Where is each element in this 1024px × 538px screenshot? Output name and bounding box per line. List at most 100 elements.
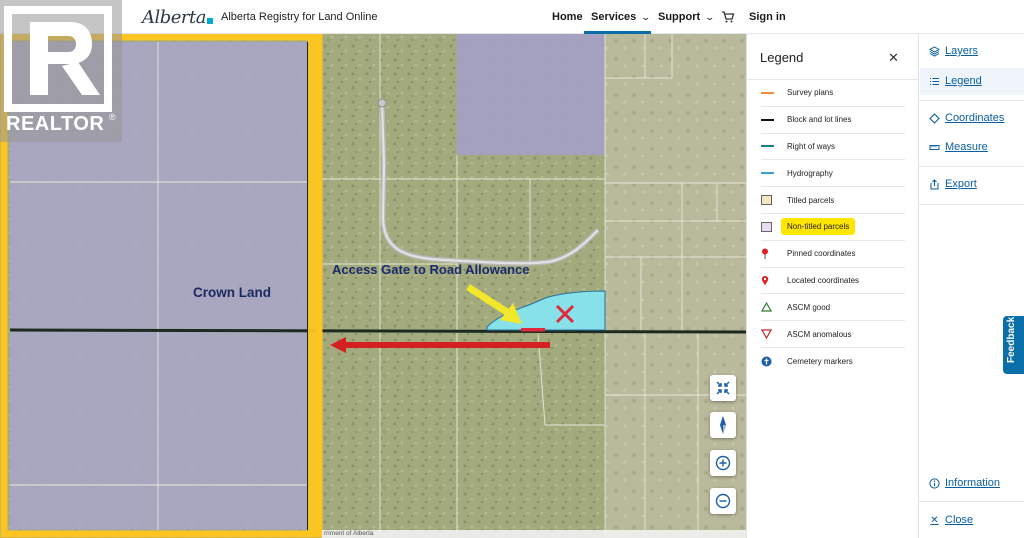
- legend-item: Right of ways: [761, 134, 905, 161]
- brand[interactable]: Alberta Alberta Registry for Land Online: [142, 5, 378, 29]
- zoom-out-button[interactable]: [710, 488, 736, 514]
- realtor-logo-icon: [4, 6, 112, 112]
- sign-in-link[interactable]: Sign in: [749, 0, 786, 34]
- legend-list: Survey plans Block and lot lines Right o…: [761, 80, 905, 375]
- legend-item-label: ASCM good: [787, 302, 831, 312]
- collapse-arrows-button[interactable]: [710, 375, 736, 401]
- legend-item: Non-titled parcels: [761, 214, 905, 241]
- zoom-in-button[interactable]: [710, 450, 736, 476]
- chevron-down-icon: ⌄: [640, 11, 652, 22]
- hydrography-line-icon: [761, 172, 774, 175]
- realtor-watermark: REALTOR ®: [0, 0, 122, 142]
- tool-divider: [919, 204, 1024, 205]
- legend-item-label: Pinned coordinates: [787, 249, 856, 259]
- site-title: Alberta Registry for Land Online: [221, 11, 378, 23]
- access-gate-label: Access Gate to Road Allowance: [332, 262, 530, 277]
- export-icon: [929, 178, 940, 190]
- layers-button[interactable]: Layers: [929, 45, 978, 57]
- non-titled-parcel[interactable]: [457, 34, 605, 155]
- legend-item: ASCM good: [761, 294, 905, 322]
- top-header: Alberta Alberta Registry for Land Online…: [0, 0, 1024, 34]
- legend-item: Titled parcels: [761, 187, 905, 214]
- nav-home-label: Home: [552, 11, 583, 23]
- legend-item-label: Block and lot lines: [787, 115, 852, 125]
- road-end-marker: [377, 98, 387, 108]
- legend-button[interactable]: Legend: [929, 75, 982, 87]
- layers-icon: [929, 45, 940, 57]
- legend-item-label: Survey plans: [787, 88, 834, 98]
- diamond-icon: [929, 112, 940, 124]
- feedback-label: Feedback: [1006, 316, 1017, 363]
- zoom-out-icon: [715, 493, 731, 509]
- compass-icon: [720, 416, 726, 434]
- layers-label: Layers: [945, 45, 979, 57]
- legend-item-label: ASCM anomalous: [787, 329, 852, 339]
- ruler-icon: [929, 142, 940, 153]
- close-panel-button[interactable]: ✕ Close: [929, 514, 973, 526]
- nav-home[interactable]: Home: [552, 0, 583, 34]
- export-label: Export: [945, 178, 977, 190]
- measure-label: Measure: [945, 141, 988, 153]
- map-attribution: rnment of Alberta: [324, 530, 374, 537]
- gate-marker: [521, 328, 545, 332]
- nav-services-label: Services: [591, 11, 637, 23]
- legend-item: Cemetery markers: [761, 348, 905, 375]
- road-allowance-line: [9, 328, 746, 334]
- tool-divider: [919, 100, 1024, 101]
- legend-item: Survey plans: [761, 80, 905, 107]
- legend-close-button[interactable]: ✕: [888, 50, 899, 66]
- legend-item-label: Located coordinates: [787, 275, 860, 285]
- cart-icon[interactable]: [721, 10, 735, 24]
- feedback-tab[interactable]: Feedback: [1003, 316, 1024, 374]
- legend-item-label-highlighted: Non-titled parcels: [781, 218, 856, 236]
- attribution-strip: [322, 530, 746, 538]
- logo-accent-square: [207, 18, 213, 24]
- collapse-arrows-icon: [716, 381, 730, 395]
- nav-support[interactable]: Support ⌄: [658, 0, 716, 34]
- legend-item: Hydrography: [761, 160, 905, 188]
- location-icon: [761, 275, 769, 285]
- block-lot-line-icon: [761, 118, 774, 121]
- cemetery-icon: [761, 356, 772, 367]
- alberta-logo: Alberta: [142, 6, 207, 28]
- outline-right-edge: [308, 36, 320, 536]
- legend-item-label: Right of ways: [787, 141, 836, 151]
- list-icon: [929, 76, 940, 87]
- information-button[interactable]: Information: [929, 477, 1000, 489]
- sign-in-label: Sign in: [749, 11, 786, 23]
- tool-divider: [919, 166, 1024, 167]
- chevron-down-icon: ⌄: [704, 11, 716, 22]
- legend-item-label: Hydrography: [787, 168, 833, 178]
- legend-item-label: Cemetery markers: [787, 356, 853, 366]
- legend-item-label: Titled parcels: [787, 195, 835, 205]
- triangle-up-icon: [761, 302, 772, 312]
- zoom-in-icon: [715, 455, 731, 471]
- tools-panel: Layers Legend Coordinates Measure Export…: [918, 34, 1024, 538]
- right-of-way-line-icon: [761, 145, 774, 148]
- export-button[interactable]: Export: [929, 178, 977, 190]
- coordinates-button[interactable]: Coordinates: [929, 112, 1004, 124]
- coordinates-label: Coordinates: [945, 112, 1005, 124]
- legend-item: ASCM anomalous: [761, 321, 905, 348]
- nav-services[interactable]: Services ⌄: [591, 0, 652, 34]
- close-label: Close: [945, 514, 974, 526]
- legend-item: Pinned coordinates: [761, 241, 905, 268]
- triangle-down-icon: [761, 329, 772, 340]
- titled-parcel-swatch-icon: [761, 195, 772, 206]
- legend-item: Block and lot lines: [761, 107, 905, 134]
- compass-button[interactable]: [710, 412, 736, 438]
- legend-label: Legend: [945, 75, 982, 87]
- non-titled-parcel-swatch-icon: [761, 221, 772, 232]
- legend-title: Legend: [760, 50, 804, 65]
- survey-plans-line-icon: [761, 91, 774, 94]
- information-label: Information: [945, 477, 1001, 489]
- tool-divider: [919, 501, 1024, 502]
- crown-land-label: Crown Land: [193, 285, 271, 300]
- pin-icon: [762, 248, 768, 260]
- legend-panel: Legend ✕ Survey plans Block and lot line…: [746, 34, 919, 538]
- measure-button[interactable]: Measure: [929, 141, 988, 153]
- info-icon: [929, 477, 940, 489]
- nav-support-label: Support: [658, 11, 701, 23]
- legend-item: Located coordinates: [761, 268, 905, 295]
- registered-mark: ®: [109, 112, 116, 122]
